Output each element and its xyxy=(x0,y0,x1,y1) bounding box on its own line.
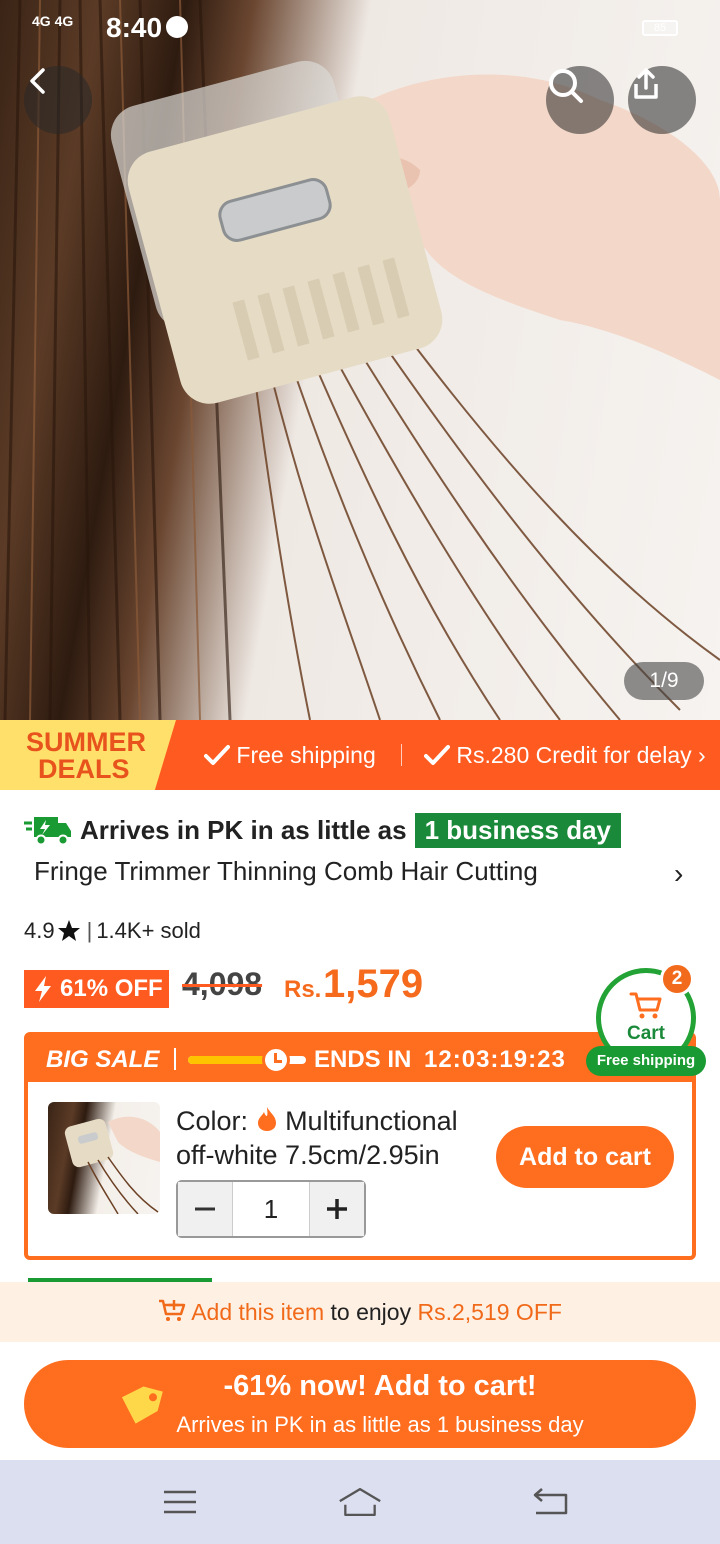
cart-icon xyxy=(629,992,662,1019)
credit-feature[interactable]: Rs.280 Credit for delay › xyxy=(424,720,706,790)
free-shipping-feature: Free shipping xyxy=(204,720,376,790)
summer-deals-badge: SUMMER DEALS xyxy=(0,720,176,790)
original-price: 4,098 xyxy=(182,966,263,1002)
cart-label: Cart xyxy=(626,1023,665,1044)
sku-thumbnail[interactable] xyxy=(48,1102,160,1214)
rating-value: 4.9 xyxy=(24,918,55,943)
chevron-right-icon[interactable]: › xyxy=(674,858,683,890)
cart-count-badge: 2 xyxy=(660,962,694,996)
star-icon xyxy=(57,920,80,941)
product-image-gallery[interactable]: 4G 4G 8:40 85 1/9 xyxy=(0,0,720,720)
discount-badge: 61% OFF xyxy=(24,970,169,1008)
network-indicator: 4G 4G xyxy=(32,13,74,29)
sku-thumbnail-image xyxy=(64,1116,160,1214)
status-bar: 4G 4G 8:40 85 xyxy=(0,0,720,56)
arrival-info: Arrives in PK in as little as 1 business… xyxy=(24,810,621,850)
battery-icon: 85 xyxy=(642,20,678,36)
discount-label: 61% OFF xyxy=(60,975,163,1002)
check-icon xyxy=(424,745,450,765)
deals-line: DEALS xyxy=(38,754,130,784)
back-button[interactable] xyxy=(24,66,92,134)
selected-variant[interactable]: Color: Multifunctional off-white 7.5cm/2… xyxy=(176,1104,496,1172)
check-icon xyxy=(204,745,230,765)
free-shipping-badge: Free shipping xyxy=(586,1046,706,1076)
sale-price: 1,579 xyxy=(323,962,424,1006)
minus-icon xyxy=(195,1207,215,1211)
sale-progress-fill xyxy=(188,1056,271,1064)
rating-row[interactable]: 4.9 | 1.4K+ sold xyxy=(24,918,201,944)
countdown-timer: 12:03:19:23 xyxy=(424,1046,566,1073)
search-icon xyxy=(549,69,583,103)
image-pager: 1/9 xyxy=(624,662,704,700)
decrease-quantity-button[interactable] xyxy=(178,1182,232,1236)
rating-divider: | xyxy=(86,918,93,943)
plus-icon xyxy=(327,1199,347,1219)
return-icon xyxy=(533,1488,568,1515)
bundle-highlight: Add this item xyxy=(191,1299,325,1325)
credit-label: Rs.280 Credit for delay xyxy=(456,742,692,768)
flame-icon xyxy=(257,1107,276,1131)
home-button[interactable] xyxy=(338,1482,382,1522)
menu-icon xyxy=(164,1490,196,1514)
chevron-right-icon: › xyxy=(698,742,706,768)
arrival-text: Arrives in PK in as little as xyxy=(80,814,407,845)
share-button[interactable] xyxy=(628,66,696,134)
menu-button[interactable] xyxy=(158,1482,202,1522)
countdown: ENDS IN 12:03:19:23 xyxy=(314,1046,566,1074)
clock-icon xyxy=(262,1046,290,1074)
status-time: 8:40 xyxy=(106,12,163,43)
home-icon xyxy=(339,1488,381,1516)
sync-icon xyxy=(166,16,188,38)
quantity-value[interactable]: 1 xyxy=(232,1182,310,1236)
truck-icon xyxy=(24,817,71,846)
free-shipping-label: Free shipping xyxy=(236,742,376,768)
add-to-cart-button[interactable]: Add to cart xyxy=(496,1126,674,1188)
share-icon xyxy=(634,68,658,99)
divider xyxy=(174,1048,176,1070)
add-to-cart-cta-button[interactable]: -61% now! Add to cart! Arrives in PK in … xyxy=(24,1360,696,1448)
return-button[interactable] xyxy=(528,1482,572,1522)
product-title[interactable]: Fringe Trimmer Thinning Comb Hair Cuttin… xyxy=(34,856,594,887)
bundle-amount: Rs.2,519 OFF xyxy=(417,1299,562,1325)
back-icon xyxy=(30,68,45,94)
promo-banner[interactable]: SUMMER DEALS Free shipping Rs.280 Credit… xyxy=(0,720,720,790)
quantity-stepper: 1 xyxy=(176,1180,366,1238)
summer-line: SUMMER xyxy=(26,727,146,757)
cart-plus-icon xyxy=(159,1299,186,1321)
cta-line-1: -61% now! Add to cart! xyxy=(223,1370,537,1402)
color-label: Color: xyxy=(176,1106,249,1136)
search-button[interactable] xyxy=(546,66,614,134)
divider xyxy=(401,744,402,766)
system-navigation-bar xyxy=(0,1460,720,1544)
ends-in-label: ENDS IN xyxy=(314,1046,412,1073)
increase-quantity-button[interactable] xyxy=(310,1182,364,1236)
lightning-icon xyxy=(35,976,51,1002)
arrival-days-badge: 1 business day xyxy=(414,812,621,848)
cta-line-2: Arrives in PK in as little as 1 business… xyxy=(176,1412,584,1437)
big-sale-title: BIG SALE xyxy=(46,1046,160,1073)
bundle-text: to enjoy xyxy=(330,1299,412,1325)
currency-label: Rs. xyxy=(284,976,322,1003)
sold-count: 1.4K+ sold xyxy=(96,918,201,943)
bundle-offer-strip[interactable]: Add this item to enjoy Rs.2,519 OFF xyxy=(0,1282,720,1342)
